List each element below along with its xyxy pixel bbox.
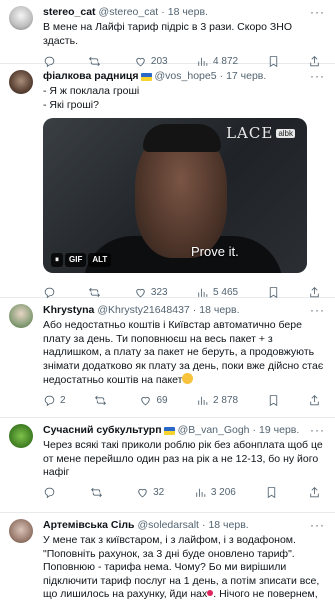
pause-button[interactable]: ⏸: [51, 253, 63, 267]
views-button[interactable]: 3 206: [194, 486, 236, 499]
views-icon: [198, 288, 208, 297]
tweet-feed: stereo_cat @stereo_cat · 18 черв. В мене…: [0, 0, 335, 600]
share-button[interactable]: [308, 486, 321, 499]
more-icon[interactable]: ···: [310, 303, 325, 317]
reply-button[interactable]: 2: [43, 394, 66, 407]
reply-icon: [44, 487, 55, 499]
gif-subtitle: Prove it.: [191, 244, 239, 259]
views-icon: [196, 488, 206, 497]
ukraine-flag-icon: [140, 72, 152, 81]
author-name[interactable]: stereo_cat: [43, 6, 96, 19]
avatar[interactable]: [9, 519, 33, 543]
like-count: 323: [150, 286, 168, 298]
reply-button[interactable]: [43, 486, 60, 499]
tweet-text: В мене на Лайфі тариф підріс в 3 рази. С…: [43, 21, 293, 47]
alt-badge[interactable]: ALT: [88, 253, 112, 267]
more-icon[interactable]: ···: [310, 5, 325, 19]
reply-icon: [44, 395, 55, 407]
like-button[interactable]: 323: [134, 286, 168, 299]
tweet-item[interactable]: Khrystyna @Khrysty21648437 · 18 черв. Аб…: [0, 298, 335, 418]
author-name[interactable]: Khrystyna: [43, 304, 94, 317]
tweet-text-line: - Які гроші?: [43, 98, 99, 111]
channel-logo: LACE albk: [226, 124, 295, 142]
reply-icon: [44, 287, 55, 298]
retweet-button[interactable]: [88, 286, 105, 299]
tweet-text: У мене так з київстаром, і з лайфом, і з…: [43, 534, 320, 600]
author-handle[interactable]: @B_van_Gogh: [178, 424, 250, 437]
views-button[interactable]: 2 878: [196, 394, 238, 407]
share-icon: [310, 487, 319, 498]
views-icon: [198, 396, 208, 405]
like-icon: [138, 488, 147, 498]
tweet-time[interactable]: 17 черв.: [226, 70, 266, 83]
views-count: 5 465: [213, 286, 239, 298]
bookmark-button[interactable]: [267, 394, 280, 407]
grinning-sweat-emoji-icon: [182, 373, 194, 384]
avatar[interactable]: [9, 304, 33, 328]
retweet-button[interactable]: [90, 486, 107, 499]
tweet-item[interactable]: Сучасний субкультурп @B_van_Gogh · 19 че…: [0, 418, 335, 513]
reply-button[interactable]: [43, 286, 60, 299]
tweet-text: Через всякі такі приколи роблю рік без а…: [43, 439, 323, 478]
tweet-text-line: - Я ж поклала гроші: [43, 85, 140, 97]
bookmark-icon: [269, 395, 277, 407]
tweet-time[interactable]: 18 черв.: [208, 519, 248, 532]
more-icon[interactable]: ···: [310, 423, 325, 437]
logo-badge: albk: [276, 129, 295, 138]
bookmark-icon: [269, 286, 277, 298]
avatar[interactable]: [9, 70, 33, 94]
like-button[interactable]: 69: [139, 394, 168, 407]
share-button[interactable]: [308, 286, 321, 299]
views-count: 3 206: [210, 487, 236, 498]
retweet-icon: [89, 287, 101, 297]
like-button[interactable]: 32: [136, 486, 164, 499]
author-handle[interactable]: @soledarsalt: [138, 519, 199, 532]
action-bar: 32 3 206: [43, 480, 325, 506]
share-icon: [310, 286, 319, 297]
tweet-time[interactable]: 18 черв.: [199, 304, 239, 317]
gif-badge: GIF: [65, 253, 87, 267]
action-bar: 2 69 2 878: [43, 388, 325, 414]
share-icon: [310, 395, 319, 406]
like-icon: [141, 396, 151, 406]
more-icon[interactable]: ···: [310, 69, 325, 83]
views-button[interactable]: 5 465: [196, 286, 238, 299]
author-handle[interactable]: @vos_hope5: [155, 70, 217, 83]
author-name[interactable]: фіалкова радниця: [43, 70, 139, 83]
bookmark-button[interactable]: [265, 486, 278, 499]
tweet-item[interactable]: Артемівська Сіль @soledarsalt · 18 черв.…: [0, 513, 335, 600]
avatar[interactable]: [9, 424, 33, 448]
ukraine-flag-icon: [163, 426, 175, 435]
tweet-time[interactable]: 18 черв.: [168, 6, 208, 19]
like-icon: [136, 288, 145, 297]
bookmark-icon: [268, 487, 276, 499]
retweet-icon: [90, 487, 102, 498]
retweet-button[interactable]: [94, 394, 111, 407]
tweet-time[interactable]: 19 черв.: [259, 424, 299, 437]
share-button[interactable]: [308, 394, 321, 407]
author-handle[interactable]: @Khrysty21648437: [97, 304, 189, 317]
bookmark-button[interactable]: [267, 286, 280, 299]
like-count: 32: [153, 487, 165, 498]
author-name[interactable]: Артемівська Сіль: [43, 519, 135, 532]
like-count: 69: [156, 395, 168, 406]
reply-count: 2: [60, 395, 66, 406]
avatar[interactable]: [9, 6, 33, 30]
gif-media[interactable]: LACE albk Prove it. ⏸ GIF ALT: [43, 118, 307, 273]
retweet-icon: [95, 395, 107, 406]
views-count: 2 878: [213, 395, 239, 406]
tweet-item[interactable]: stereo_cat @stereo_cat · 18 черв. В мене…: [0, 0, 335, 67]
tweet-text: Або недостатньо коштів і Київстар автома…: [43, 319, 324, 386]
author-name[interactable]: Сучасний субкультурп: [43, 424, 162, 437]
logo-text: LACE: [226, 124, 274, 142]
tweet-item[interactable]: фіалкова радниця @vos_hope5 · 17 черв. -…: [0, 64, 335, 298]
more-icon[interactable]: ···: [310, 518, 325, 532]
author-handle[interactable]: @stereo_cat: [99, 6, 159, 19]
red-emoji-icon: [207, 590, 214, 596]
